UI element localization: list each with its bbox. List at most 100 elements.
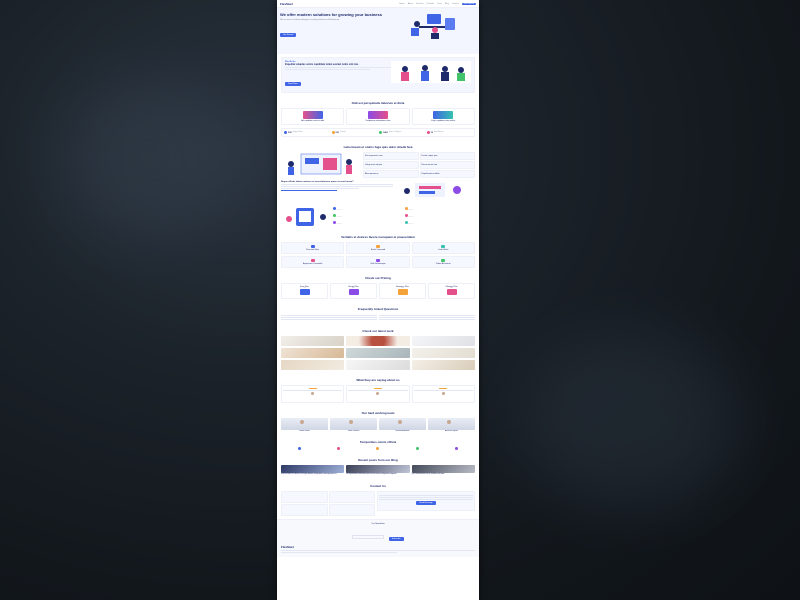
feature-item: Rerum omnis sint [419,161,475,170]
count-item: 232 Happy Clients [284,131,330,135]
value-card[interactable]: Ad cupiditate sed est odio [281,108,345,126]
background-blur [60,80,240,240]
send-message-button[interactable]: Send Message [416,500,436,505]
team-member[interactable]: William Anderson [379,418,426,432]
service-icon [375,245,380,249]
pricing-card[interactable]: Business Plan $29 [379,283,426,300]
about-read-more-button[interactable]: Read More [285,82,301,87]
values-list: Ad cupiditate sed est odio Voluptatem vo… [281,108,475,126]
hero-title: We offer modern solutions for growing yo… [280,12,382,17]
faq-item[interactable] [379,315,475,317]
faq-column [379,314,475,321]
pricing-card[interactable]: Free Plan $0 [281,283,328,300]
nav-item[interactable]: Contact [452,3,459,5]
newsletter-email-input[interactable] [352,534,385,539]
service-card[interactable]: Velit Doloremque [346,256,410,269]
faq-item[interactable] [281,319,377,321]
navbar: FlexStart Home About Services Portfolio … [277,0,479,8]
value-label: Voluptatem voluptatum alias [365,120,391,123]
portfolio-image[interactable] [411,336,475,347]
star-rating-icon [308,388,317,390]
faq-item[interactable] [379,317,475,319]
portfolio-section: Check our latest work [277,324,479,373]
nav-item[interactable]: Blog [445,3,449,5]
team-photo [281,418,328,431]
client-logo [298,447,302,451]
blog-post[interactable]: Eum ad dolor et. Autem aut fugiat debiti… [281,465,345,475]
values-title: Odit est perspiciatis laborum et dicta [351,101,405,106]
faq-section: Frequently Asked Questions [277,302,479,324]
portfolio-image[interactable] [346,360,410,371]
feature-item: Repellendus mollitia [419,170,475,179]
headset-icon [379,131,382,135]
value-label: Fugit cupiditate alias nobis. [431,120,456,123]
team-section: Our hard working team Walter White Sarah… [277,406,479,435]
features-title: Laboriosam et omnis fuga quis dolor dire… [343,145,413,150]
phone-illustration [286,208,326,227]
pricing-illustration [348,289,359,296]
portfolio-image[interactable] [346,348,410,359]
nav-item[interactable]: About [408,3,413,5]
nav-cta-button[interactable]: Get Started [461,2,476,5]
webpage-preview[interactable]: FlexStart Home About Services Portfolio … [277,0,479,600]
team-member[interactable]: Sarah Jhinson [330,418,377,432]
service-card[interactable]: Asperiores Commodit [281,256,345,269]
message-field[interactable] [379,498,473,500]
people-icon [426,131,430,135]
pricing-card[interactable]: Ultimate Plan $49 [428,283,475,300]
nav-item[interactable]: Home [399,3,404,5]
blog-post[interactable]: Et repellendus molestiae qui est sed omn… [346,465,410,475]
client-logo [454,447,458,451]
service-card[interactable]: Dolori Architecto [411,256,475,269]
avatar [441,392,445,396]
contact-info-box [328,490,375,503]
feature-item: Alias possimus [363,170,419,179]
pricing-card[interactable]: Starter Plan $19 [330,283,377,300]
nav-item[interactable]: Team [437,3,442,5]
pricing-section: Check our Pricing Free Plan $0 Starter Pl… [277,271,479,302]
portfolio-image[interactable] [281,336,345,347]
portfolio-title: Check our latest work [362,329,394,334]
services-section: Veritatis et dolores facere numquam et p… [277,230,479,271]
team-member[interactable]: Amanda Jepson [428,418,475,432]
name-field[interactable] [379,494,473,496]
team-photo [330,418,377,431]
blog-post[interactable]: Quia assumenda est et veritatis aut quae [411,465,475,475]
faq-item[interactable] [281,317,377,319]
avatar [311,392,315,396]
hero-get-started-button[interactable]: Get Started [280,32,297,37]
faq-item[interactable] [281,315,377,317]
testimonials-title: What they are saying about us [356,378,400,383]
faq-item[interactable] [379,319,475,321]
footer-brand[interactable]: FlexStart [281,545,475,549]
service-card[interactable]: Nesciunt Mete [281,242,345,255]
contact-section: Contact Us Send Message [277,479,479,519]
portfolio-image[interactable] [281,360,345,371]
value-illustration [302,111,323,120]
testimonial-card [346,385,410,404]
portfolio-image[interactable] [346,336,410,347]
value-card[interactable]: Voluptatem voluptatum alias [346,108,410,126]
service-card[interactable]: Ledo Markt [411,242,475,255]
email-field[interactable] [379,496,473,498]
smile-icon [284,131,287,135]
portfolio-image[interactable] [411,360,475,371]
values-section: Odit est perspiciatis laborum et dicta A… [277,96,479,140]
clients-section: Temporibus omnis officia [277,435,479,453]
brand-logo[interactable]: FlexStart [280,2,293,6]
team-member[interactable]: Walter White [281,418,328,432]
feature-icons-section: ——— ——— ——— ——— ——— ——— [277,204,479,230]
team-photo [428,418,475,431]
services-title: Veritatis et dolores facere numquam et p… [341,235,415,240]
nav-item[interactable]: Portfolio [427,3,434,5]
feature-icon-item: ——— [404,221,476,227]
service-icon [310,259,315,263]
portfolio-image[interactable] [411,348,475,359]
service-icon [375,259,380,263]
service-card[interactable]: Eosle Commodi [346,242,410,255]
subscribe-button[interactable]: Subscribe [388,536,404,541]
portfolio-image[interactable] [281,348,345,359]
contact-form: Send Message [377,490,475,511]
value-card[interactable]: Fugit cupiditate alias nobis. [411,108,475,126]
nav-item[interactable]: Services [416,3,424,5]
